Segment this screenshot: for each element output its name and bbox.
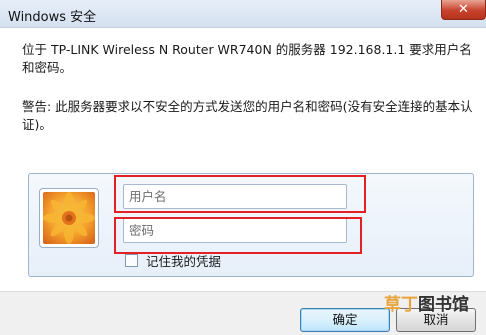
title-bar: Windows 安全 ✕ <box>0 0 486 28</box>
remember-label: 记住我的凭据 <box>146 253 222 269</box>
username-input[interactable] <box>123 184 347 209</box>
server-description: 位于 TP-LINK Wireless N Router WR740N 的服务器… <box>22 42 472 75</box>
password-input[interactable] <box>123 218 347 243</box>
ok-button[interactable]: 确定 <box>300 308 390 332</box>
credential-panel: 记住我的凭据 <box>28 173 474 277</box>
close-icon: ✕ <box>458 2 469 17</box>
avatar <box>39 188 99 248</box>
dialog-content: 位于 TP-LINK Wireless N Router WR740N 的服务器… <box>0 28 486 291</box>
close-button[interactable]: ✕ <box>441 0 486 20</box>
remember-checkbox[interactable] <box>125 253 138 267</box>
flower-icon <box>43 192 95 244</box>
watermark-part1: 草丁 <box>384 295 418 315</box>
window-title: Windows 安全 <box>8 10 97 25</box>
watermark-part2: 图书馆 <box>418 295 469 315</box>
watermark-logo: 草丁图书馆 <box>384 290 469 315</box>
security-warning: 警告: 此服务器要求以不安全的方式发送您的用户名和密码(没有安全连接的基本认证)… <box>22 99 473 132</box>
remember-credentials[interactable]: 记住我的凭据 <box>125 252 222 269</box>
